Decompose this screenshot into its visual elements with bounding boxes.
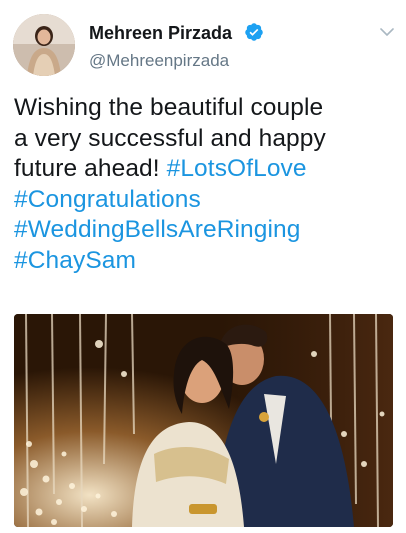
tweet-text-fragment: future ahead! bbox=[14, 155, 167, 182]
hashtag-link[interactable]: #ChaySam bbox=[14, 246, 394, 277]
tweet-text-line: Wishing the beautiful couple bbox=[14, 94, 324, 121]
author-display-name[interactable]: Mehreen Pirzada bbox=[89, 22, 232, 44]
tweet-photo[interactable] bbox=[14, 314, 393, 527]
tweet-text: Wishing the beautiful couple a very succ… bbox=[14, 93, 394, 276]
hashtag-link[interactable]: #WeddingBellsAreRinging bbox=[14, 215, 394, 246]
tweet-text-line: future ahead! #LotsOfLove bbox=[14, 154, 394, 185]
verified-badge-icon bbox=[245, 23, 263, 41]
tweet-text-line: a very successful and happy bbox=[14, 124, 326, 152]
avatar-image bbox=[13, 14, 75, 76]
author-avatar[interactable] bbox=[13, 14, 75, 76]
chevron-down-icon[interactable] bbox=[379, 26, 395, 38]
tweet-card: Mehreen Pirzada @Mehreenpirzada Wishing … bbox=[0, 0, 406, 533]
author-handle[interactable]: @Mehreenpirzada bbox=[89, 51, 229, 71]
hashtag-link[interactable]: #LotsOfLove bbox=[167, 155, 307, 182]
couple-photo-image bbox=[14, 314, 393, 527]
hashtag-link[interactable]: #Congratulations bbox=[14, 185, 394, 216]
